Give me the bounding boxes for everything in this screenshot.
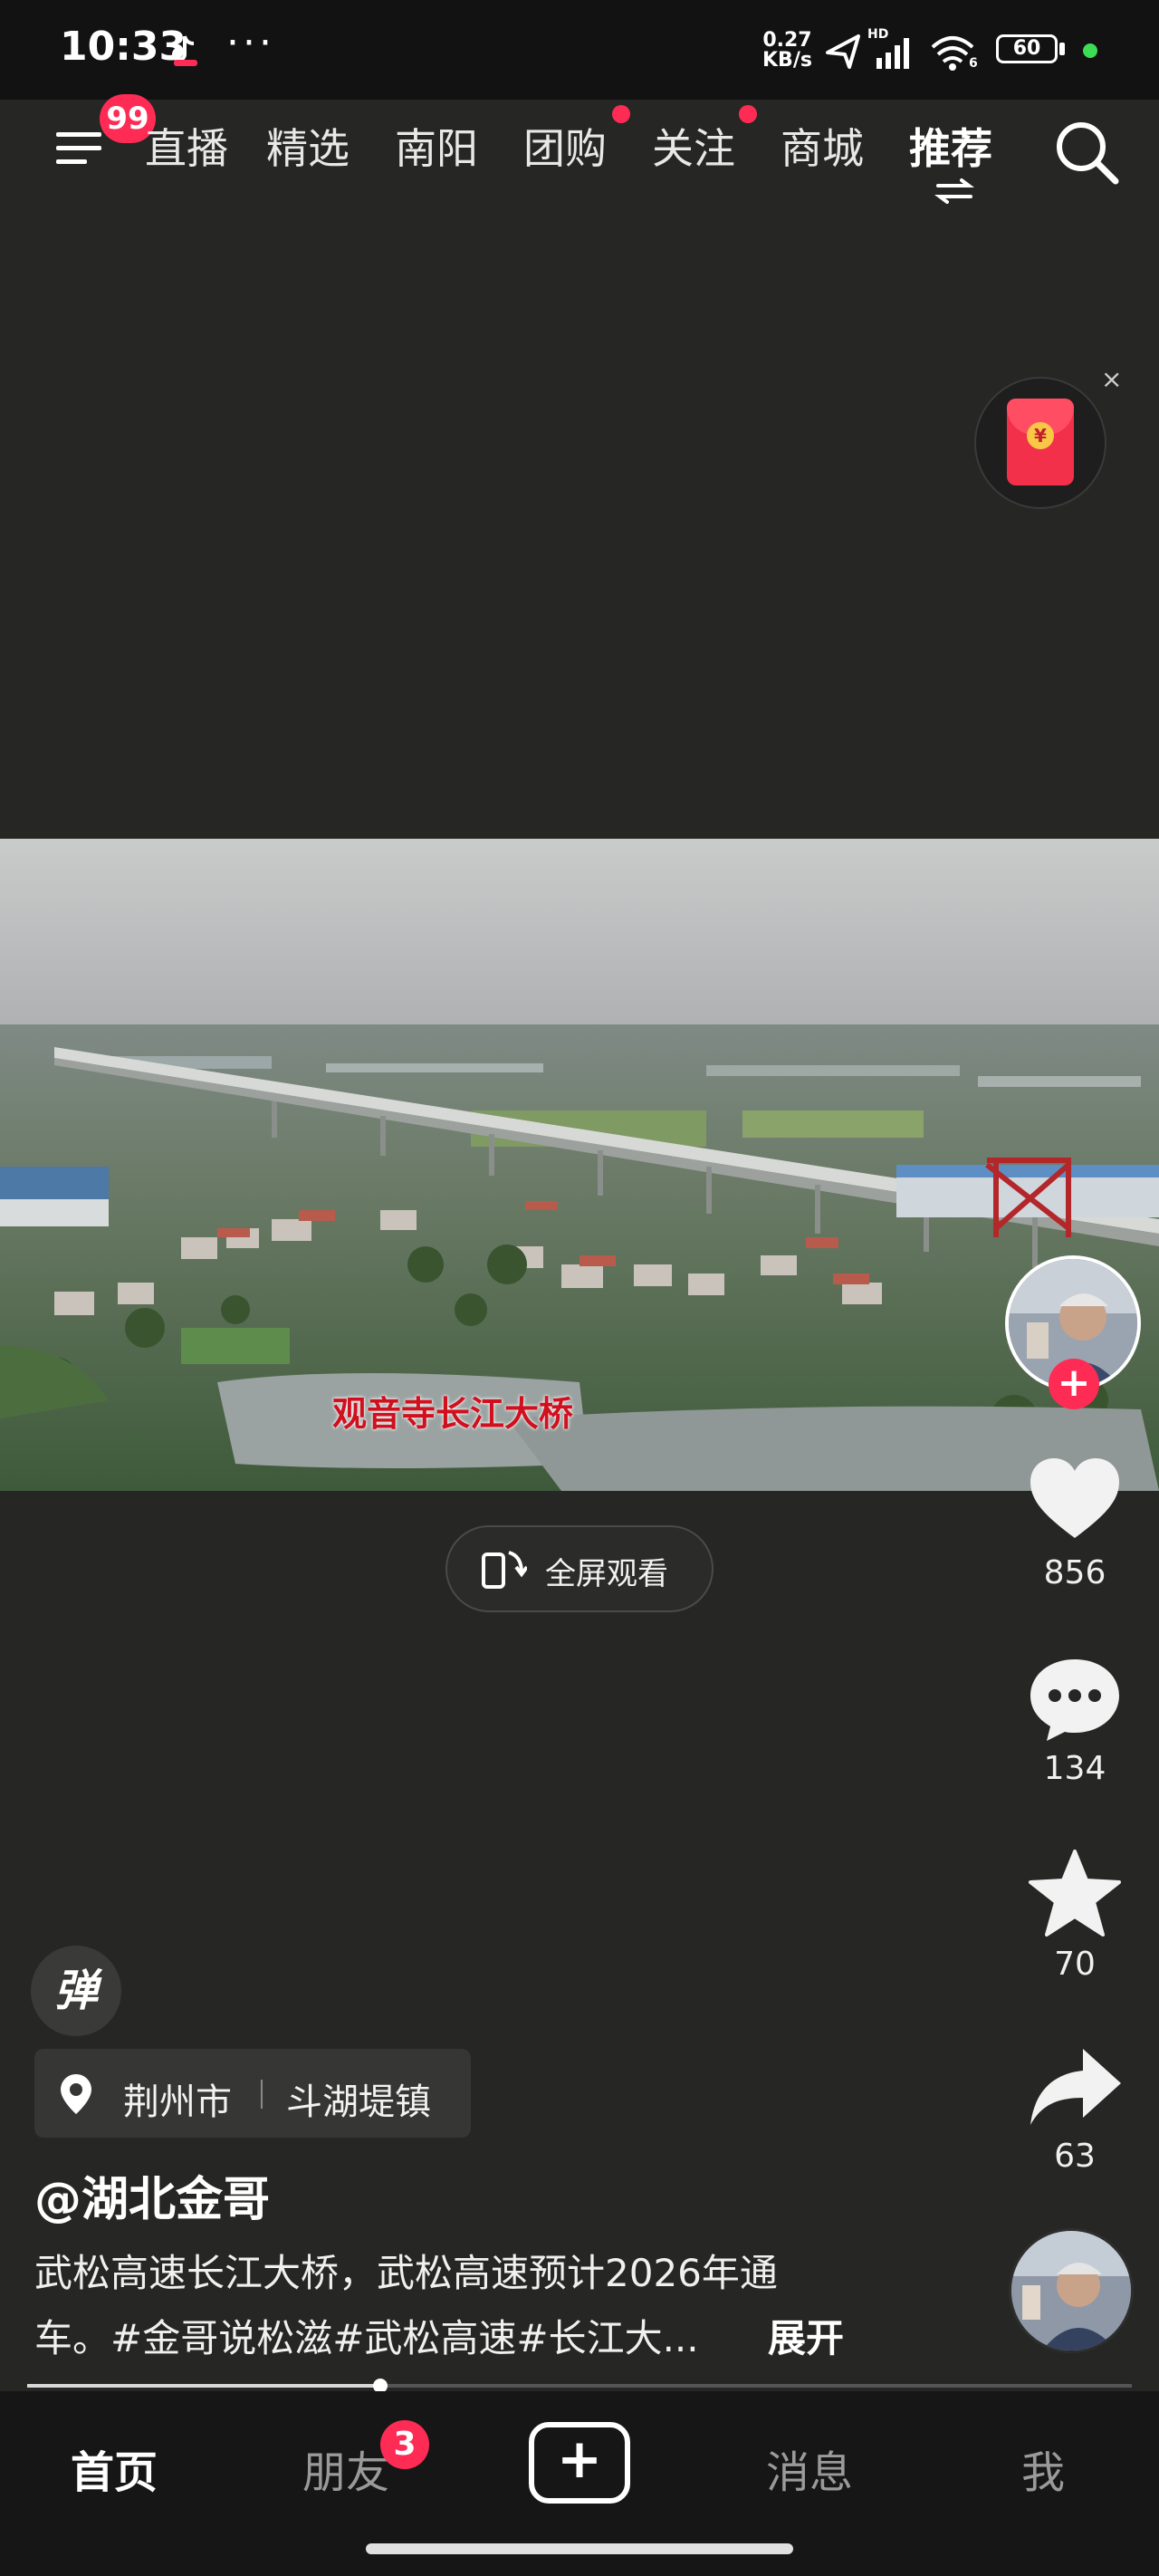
video-subtitle: 观音寺长江大桥 [331, 1393, 573, 1434]
network-speed: 0.27 KB/s [762, 31, 812, 71]
search-icon[interactable] [1052, 118, 1121, 187]
cellular-signal-icon [876, 38, 909, 69]
friends-badge: 3 [380, 2420, 429, 2469]
tab-featured[interactable]: 精选 [266, 116, 350, 176]
plus-icon: + [556, 2427, 603, 2491]
nav-me[interactable]: 我 [1021, 2437, 1065, 2500]
expand-description-button[interactable]: 展开 [768, 2308, 844, 2363]
like-heart-icon[interactable] [1025, 1455, 1125, 1545]
home-indicator [366, 2543, 793, 2554]
share-arrow-icon[interactable] [1025, 2043, 1125, 2134]
tab-group-buy-dot [612, 105, 630, 123]
red-envelope-coin: ¥ [1027, 422, 1054, 449]
like-count: 856 [1043, 1554, 1106, 1591]
battery-tip [1059, 43, 1065, 55]
rotate-fullscreen-icon [482, 1551, 527, 1589]
tab-mall[interactable]: 商城 [781, 116, 864, 176]
status-time: 10:33 [60, 24, 187, 70]
signal-hd-tag: HD [867, 27, 889, 42]
status-more-dots: ··· [226, 20, 275, 66]
wifi-6-tag: 6 [969, 56, 978, 71]
author-name[interactable]: @湖北金哥 [34, 2161, 270, 2229]
description-line-2: 车。#金哥说松滋#武松高速#长江大... [34, 2316, 699, 2360]
tab-following-dot [739, 105, 757, 123]
wifi-icon [931, 36, 974, 71]
network-speed-value: 0.27 [762, 29, 812, 52]
privacy-indicator-dot [1083, 43, 1097, 58]
tab-nanyang[interactable]: 南阳 [395, 116, 478, 176]
follow-button[interactable]: + [1049, 1359, 1099, 1409]
location-arrow-icon [826, 34, 860, 69]
battery-indicator: 60 [996, 34, 1058, 63]
music-disc-image [1011, 2231, 1131, 2350]
nav-home[interactable]: 首页 [71, 2437, 158, 2500]
nav-messages[interactable]: 消息 [766, 2437, 853, 2500]
description-line-1: 武松高速长江大桥，武松高速预计2026年通 [34, 2251, 778, 2295]
music-disc-avatar[interactable] [1009, 2228, 1134, 2353]
red-packet-close-icon[interactable]: × [1101, 364, 1122, 394]
tab-live[interactable]: 直播 [145, 116, 228, 176]
fullscreen-label: 全屏观看 [545, 1556, 668, 1592]
tab-following[interactable]: 关注 [652, 116, 735, 176]
swap-arrows-icon [934, 178, 974, 204]
nav-friends[interactable]: 朋友 [302, 2437, 389, 2500]
favorite-star-icon[interactable] [1025, 1848, 1125, 1938]
network-speed-unit: KB/s [762, 49, 812, 72]
comment-count: 134 [1043, 1750, 1106, 1787]
tab-recommend[interactable]: 推荐 [909, 116, 992, 176]
menu-icon[interactable] [54, 127, 105, 170]
danmu-toggle-button[interactable]: 弹 [31, 1946, 121, 2036]
location-separator [261, 2080, 263, 2109]
location-pin-icon [61, 2074, 91, 2114]
location-town: 斗湖堤镇 [286, 2081, 431, 2123]
location-city: 荆州市 [123, 2081, 232, 2123]
tiktok-notification-icon [172, 35, 197, 66]
video-progress-fill [27, 2384, 380, 2388]
share-count: 63 [1054, 2138, 1096, 2175]
tab-group-buy[interactable]: 团购 [523, 116, 607, 176]
comment-icon[interactable] [1025, 1654, 1125, 1745]
favorite-count: 70 [1054, 1946, 1096, 1983]
